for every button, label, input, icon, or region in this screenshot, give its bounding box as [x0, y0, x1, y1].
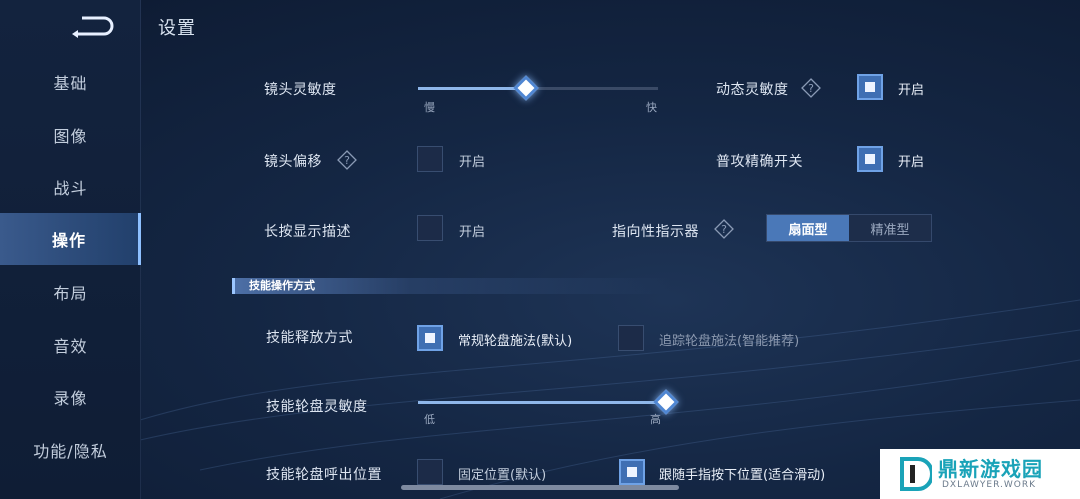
release-tracking-option: 追踪轮盘施法(智能推荐): [659, 334, 800, 349]
help-icon[interactable]: ?: [336, 149, 358, 171]
precise-attack-option: 开启: [898, 155, 925, 170]
sidebar-item-label: 战斗: [53, 179, 88, 198]
dynamic-sensitivity-option: 开启: [898, 83, 925, 98]
slider-min-label: 低: [424, 413, 435, 426]
camera-sensitivity-label: 镜头灵敏度: [264, 82, 337, 98]
sidebar-item-image[interactable]: 图像: [0, 109, 141, 161]
svg-text:?: ?: [808, 82, 814, 95]
sidebar-item-label: 音效: [53, 337, 88, 356]
release-normal-option: 常规轮盘施法(默认): [458, 334, 573, 349]
directional-indicator-toggle: 扇面型 精准型: [766, 214, 932, 242]
release-tracking-checkbox[interactable]: [618, 325, 644, 351]
wheel-sensitivity-label: 技能轮盘灵敏度: [266, 399, 368, 415]
position-fixed-checkbox[interactable]: [417, 459, 443, 485]
camera-offset-checkbox[interactable]: [417, 146, 443, 172]
watermark-subtitle: DXLAWYER.WORK: [942, 480, 1036, 490]
release-normal-checkbox[interactable]: [417, 325, 443, 351]
sidebar: 基础 图像 战斗 操作 布局 音效 录像 功能/隐私: [0, 0, 141, 499]
position-follow-option: 跟随手指按下位置(适合滑动): [659, 468, 826, 483]
camera-offset-label: 镜头偏移: [264, 154, 322, 170]
section-header: 技能操作方式: [232, 278, 672, 294]
sidebar-item-label: 布局: [53, 284, 88, 303]
slider-max-label: 快: [646, 101, 657, 114]
wheel-position-label: 技能轮盘呼出位置: [266, 467, 382, 483]
help-icon[interactable]: ?: [713, 218, 735, 240]
slider-thumb[interactable]: [513, 75, 539, 101]
sidebar-item-combat[interactable]: 战斗: [0, 161, 141, 213]
skill-release-label: 技能释放方式: [266, 330, 353, 346]
sidebar-item-label: 功能/隐私: [33, 442, 108, 461]
sidebar-item-label: 基础: [53, 74, 88, 93]
back-arrow-icon: [72, 16, 114, 38]
help-icon[interactable]: ?: [800, 77, 822, 99]
sidebar-item-label: 操作: [51, 231, 86, 250]
watermark-logo-icon: [900, 457, 932, 491]
back-button[interactable]: [68, 10, 116, 40]
watermark-title: 鼎新游戏园: [938, 457, 1043, 481]
segment-fan[interactable]: 扇面型: [767, 215, 849, 241]
dynamic-sensitivity-label: 动态灵敏度: [716, 82, 789, 98]
camera-offset-option: 开启: [459, 155, 486, 170]
sidebar-item-label: 图像: [53, 127, 88, 146]
precise-attack-checkbox[interactable]: [857, 146, 883, 172]
wheel-sensitivity-slider[interactable]: [418, 401, 666, 404]
home-indicator[interactable]: [401, 485, 679, 490]
sidebar-item-controls[interactable]: 操作: [0, 213, 141, 265]
svg-text:?: ?: [344, 154, 350, 167]
slider-fill: [418, 401, 666, 404]
sidebar-item-privacy[interactable]: 功能/隐私: [0, 424, 141, 476]
svg-text:?: ?: [721, 223, 727, 236]
dynamic-sensitivity-checkbox[interactable]: [857, 74, 883, 100]
sidebar-item-layout[interactable]: 布局: [0, 266, 141, 318]
position-follow-checkbox[interactable]: [619, 459, 645, 485]
sidebar-item-label: 录像: [53, 389, 88, 408]
sidebar-item-replay[interactable]: 录像: [0, 371, 141, 423]
watermark: 鼎新游戏园 DXLAWYER.WORK: [880, 449, 1080, 499]
position-fixed-option: 固定位置(默认): [458, 468, 547, 483]
section-title: 技能操作方式: [249, 279, 315, 292]
slider-fill: [418, 87, 526, 90]
directional-indicator-label: 指向性指示器: [612, 224, 699, 240]
long-press-option: 开启: [459, 225, 486, 240]
precise-attack-label: 普攻精确开关: [716, 154, 803, 170]
background-decoration: [140, 299, 1080, 499]
sidebar-item-sound[interactable]: 音效: [0, 319, 141, 371]
sidebar-item-basic[interactable]: 基础: [0, 56, 141, 108]
long-press-label: 长按显示描述: [264, 224, 351, 240]
slider-max-label: 高: [650, 413, 661, 426]
long-press-checkbox[interactable]: [417, 215, 443, 241]
page-title: 设置: [158, 18, 196, 39]
segment-precise[interactable]: 精准型: [849, 215, 931, 241]
slider-min-label: 慢: [424, 101, 435, 114]
